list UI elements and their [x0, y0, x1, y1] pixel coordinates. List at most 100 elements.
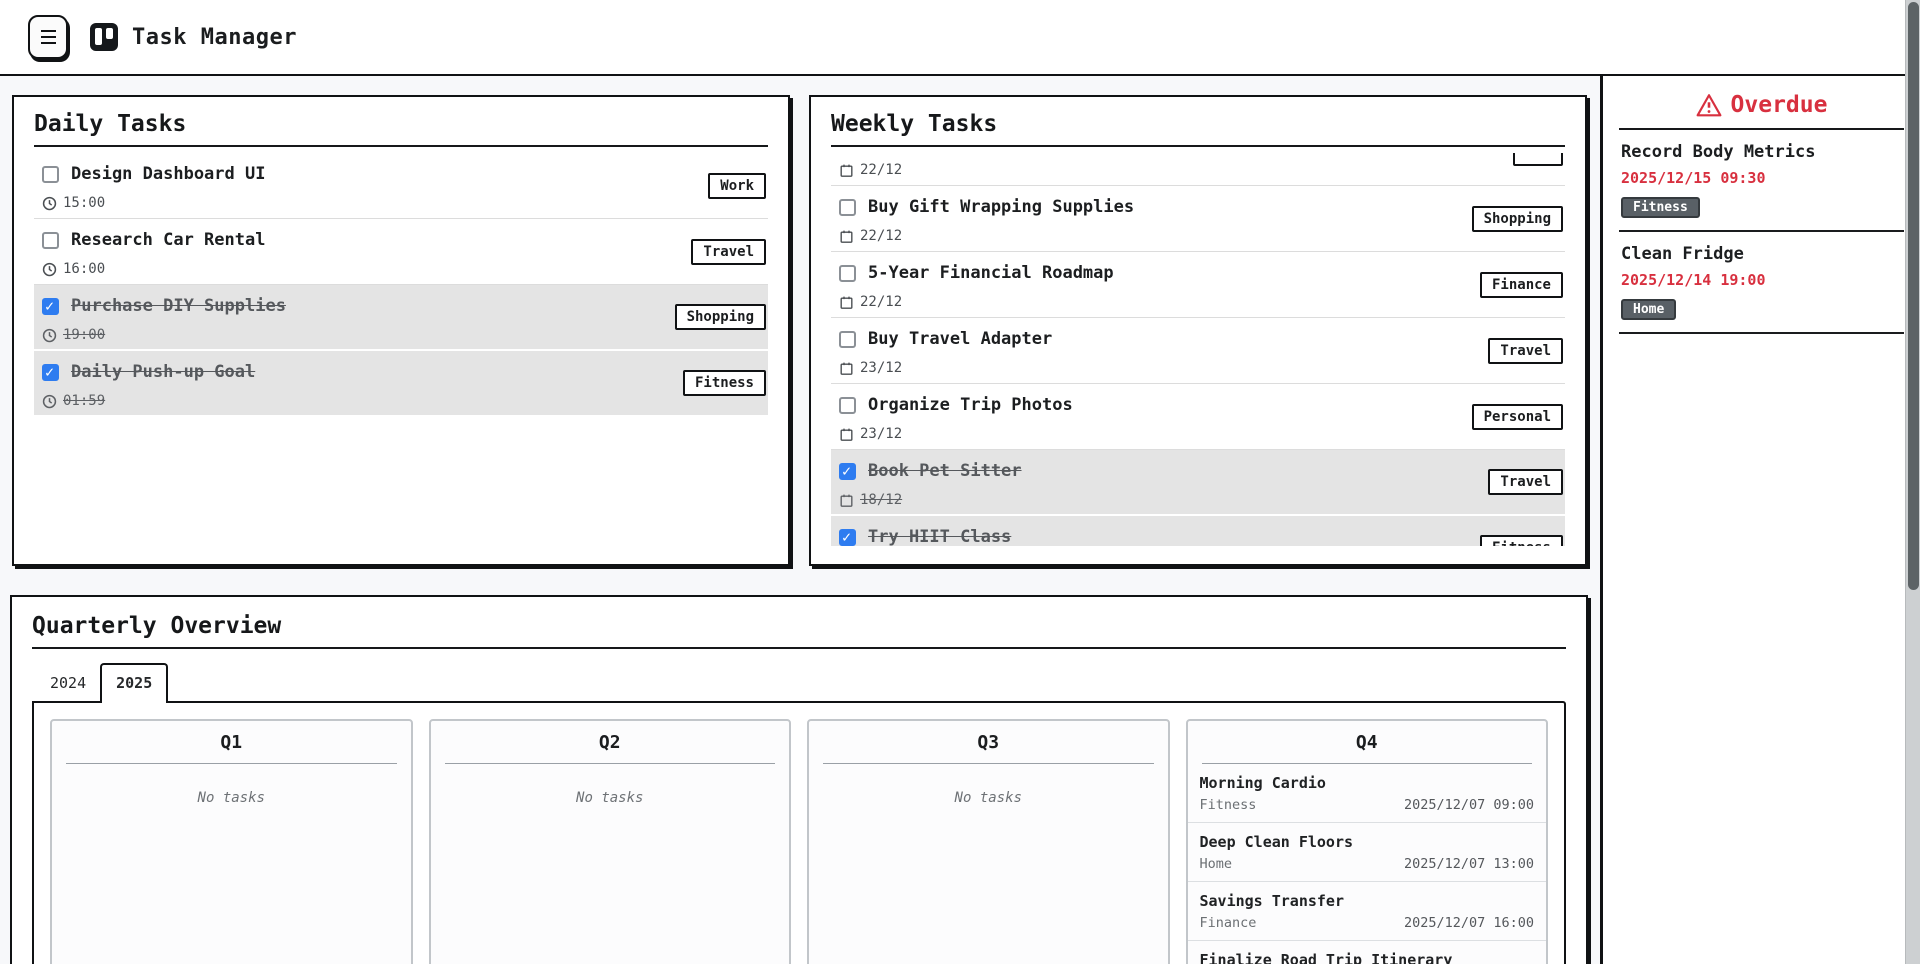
task-title: Book Pet Sitter	[868, 461, 1022, 481]
quarter-task-row[interactable]: Savings Transfer Finance 2025/12/07 16:0…	[1188, 882, 1547, 941]
quarter-task-row[interactable]: Deep Clean Floors Home 2025/12/07 13:00	[1188, 823, 1547, 882]
hamburger-menu-button[interactable]	[28, 15, 68, 59]
overdue-item[interactable]: Record Body Metrics 2025/12/15 09:30 Fit…	[1619, 130, 1904, 232]
quarter-task-title: Savings Transfer	[1200, 892, 1535, 910]
weekly-task-list[interactable]: 22/12 Buy Gift Wrapping Supplies 22/12 S…	[831, 153, 1565, 546]
daily-tasks-panel: Daily Tasks Design Dashboard UI 15:00 Wo…	[12, 95, 790, 566]
calendar-icon	[839, 361, 854, 376]
task-date: 18/12	[860, 492, 902, 508]
overdue-task-datetime: 2025/12/15 09:30	[1621, 169, 1902, 187]
quarter-task-row-partial[interactable]: Finalize Road Trip Itinerary	[1188, 941, 1547, 964]
task-checkbox[interactable]	[42, 232, 59, 249]
task-tag	[1513, 153, 1563, 166]
task-row[interactable]: Design Dashboard UI 15:00 Work	[34, 153, 768, 219]
kanban-board-icon	[90, 23, 118, 51]
quarter-card-q1: Q1 No tasks	[50, 719, 413, 964]
task-checkbox[interactable]	[839, 265, 856, 282]
task-title: Research Car Rental	[71, 230, 265, 250]
divider	[34, 145, 768, 147]
overdue-task-datetime: 2025/12/14 19:00	[1621, 271, 1902, 289]
task-checkbox[interactable]	[839, 199, 856, 216]
task-checkbox-checked[interactable]	[839, 463, 856, 480]
task-row[interactable]: Buy Travel Adapter 23/12 Travel	[831, 318, 1565, 384]
daily-task-list: Design Dashboard UI 15:00 Work Research …	[34, 153, 768, 555]
calendar-icon	[839, 163, 854, 178]
quarter-label: Q2	[431, 721, 790, 763]
overdue-item[interactable]: Clean Fridge 2025/12/14 19:00 Home	[1619, 232, 1904, 334]
quarter-card-q2: Q2 No tasks	[429, 719, 792, 964]
quarter-task-category: Home	[1200, 856, 1233, 872]
task-checkbox-checked[interactable]	[839, 529, 856, 546]
page-scrollbar[interactable]	[1905, 0, 1920, 964]
quarter-task-datetime: 2025/12/07 13:00	[1404, 856, 1534, 872]
task-title: Buy Travel Adapter	[868, 329, 1052, 349]
quarter-task-datetime: 2025/12/07 09:00	[1404, 797, 1534, 813]
quarter-label: Q4	[1188, 721, 1547, 763]
task-tag: Fitness	[1480, 535, 1563, 546]
overdue-task-title: Record Body Metrics	[1621, 142, 1902, 162]
task-time: 16:00	[63, 261, 105, 277]
app-header: Task Manager	[0, 0, 1920, 76]
clock-icon	[42, 328, 57, 343]
task-row-partial[interactable]: Try HIIT Class Fitness	[831, 516, 1565, 546]
task-title: Organize Trip Photos	[868, 395, 1073, 415]
task-title: Design Dashboard UI	[71, 164, 265, 184]
task-title: Buy Gift Wrapping Supplies	[868, 197, 1134, 217]
quarter-card-q4: Q4 Morning Cardio Fitness 2025/12/07 09:…	[1186, 719, 1549, 964]
scrollbar-thumb[interactable]	[1908, 2, 1919, 590]
task-date: 22/12	[860, 162, 902, 178]
overdue-title: Overdue	[1619, 90, 1904, 120]
overdue-task-tag: Home	[1621, 299, 1676, 320]
task-tag: Fitness	[683, 370, 766, 396]
hamburger-icon	[41, 30, 56, 32]
task-row[interactable]: 5-Year Financial Roadmap 22/12 Finance	[831, 252, 1565, 318]
task-checkbox[interactable]	[42, 166, 59, 183]
task-checkbox[interactable]	[839, 397, 856, 414]
overdue-task-tag: Fitness	[1621, 197, 1700, 218]
task-tag: Shopping	[675, 304, 766, 330]
task-tag: Personal	[1472, 404, 1563, 430]
quarterly-overview-panel: Quarterly Overview 2024 2025 Q1 No tasks…	[10, 595, 1588, 964]
task-checkbox-checked[interactable]	[42, 298, 59, 315]
calendar-icon	[839, 427, 854, 442]
quarter-card-q3: Q3 No tasks	[807, 719, 1170, 964]
clock-icon	[42, 196, 57, 211]
empty-state-text: No tasks	[52, 764, 411, 832]
task-row[interactable]: Book Pet Sitter 18/12 Travel	[831, 450, 1565, 516]
task-row[interactable]: Organize Trip Photos 23/12 Personal	[831, 384, 1565, 450]
app-title: Task Manager	[132, 25, 297, 50]
task-row[interactable]: Purchase DIY Supplies 19:00 Shopping	[34, 285, 768, 351]
task-date: 23/12	[860, 360, 902, 376]
weekly-tasks-title: Weekly Tasks	[831, 111, 1565, 137]
task-row[interactable]: Buy Gift Wrapping Supplies 22/12 Shoppin…	[831, 186, 1565, 252]
task-row[interactable]: Daily Push-up Goal 01:59 Fitness	[34, 351, 768, 417]
tab-2025[interactable]: 2025	[100, 663, 168, 703]
tab-2024[interactable]: 2024	[36, 665, 100, 701]
quarter-task-row[interactable]: Morning Cardio Fitness 2025/12/07 09:00	[1188, 764, 1547, 823]
task-title: 5-Year Financial Roadmap	[868, 263, 1114, 283]
task-row-partial[interactable]: 22/12	[831, 153, 1565, 186]
quarters-container: Q1 No tasks Q2 No tasks Q3 No tasks Q4 M…	[32, 701, 1566, 964]
quarter-task-datetime: 2025/12/07 16:00	[1404, 915, 1534, 931]
weekly-tasks-panel: Weekly Tasks 22/12 Buy Gift Wrapping Sup…	[809, 95, 1587, 566]
clock-icon	[42, 262, 57, 277]
quarter-task-category: Finance	[1200, 915, 1257, 931]
task-date: 22/12	[860, 228, 902, 244]
task-checkbox-checked[interactable]	[42, 364, 59, 381]
daily-tasks-title: Daily Tasks	[34, 111, 768, 137]
task-date: 23/12	[860, 426, 902, 442]
empty-state-text: No tasks	[431, 764, 790, 832]
task-title: Purchase DIY Supplies	[71, 296, 286, 316]
calendar-icon	[839, 295, 854, 310]
task-tag: Work	[708, 173, 766, 199]
year-tabs: 2024 2025	[32, 663, 1566, 701]
clock-icon	[42, 394, 57, 409]
task-row[interactable]: Research Car Rental 16:00 Travel	[34, 219, 768, 285]
calendar-icon	[839, 229, 854, 244]
task-tag: Finance	[1480, 272, 1563, 298]
task-tag: Travel	[691, 239, 766, 265]
divider	[831, 145, 1565, 147]
quarter-task-category: Fitness	[1200, 797, 1257, 813]
task-checkbox[interactable]	[839, 331, 856, 348]
empty-state-text: No tasks	[809, 764, 1168, 832]
